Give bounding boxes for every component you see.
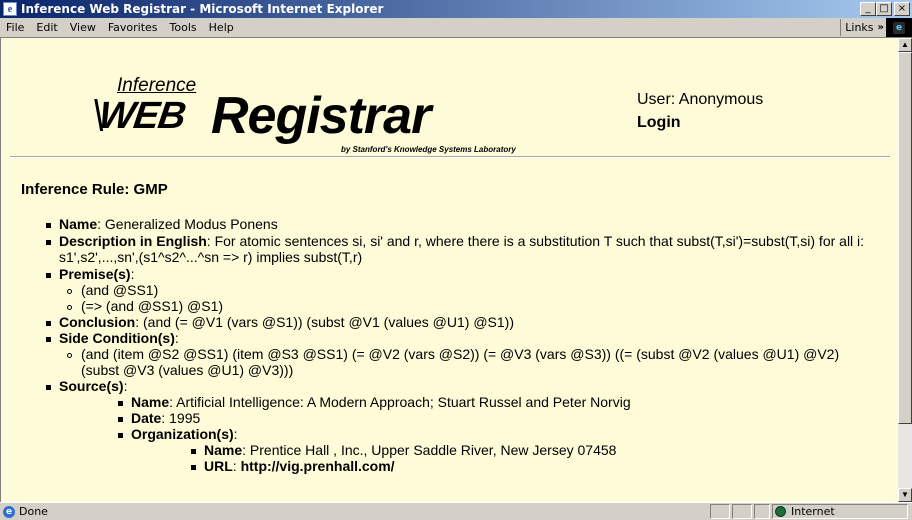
rule-heading: Inference Rule: GMP bbox=[21, 181, 168, 198]
links-toolbar[interactable]: Links » bbox=[840, 19, 884, 36]
globe-icon bbox=[775, 506, 786, 517]
conclusion-line: Conclusion: (and (= @V1 (vars @S1)) (sub… bbox=[59, 314, 514, 330]
bullet-icon bbox=[46, 321, 51, 326]
login-link[interactable]: Login bbox=[637, 114, 681, 132]
vertical-scrollbar[interactable]: ▲ ▼ bbox=[898, 38, 912, 502]
source-name-label: Name bbox=[131, 394, 170, 410]
source-header: Source(s): bbox=[59, 378, 128, 394]
close-button[interactable]: × bbox=[894, 2, 910, 16]
source-org-header: Organization(s): bbox=[131, 426, 238, 442]
logo-web-text: WEB bbox=[96, 95, 188, 137]
side-condition-line-1: (and (item @S2 @SS1) (item @S3 @SS1) (= … bbox=[81, 346, 840, 362]
page-viewport: Inference WEB Registrar by Stanford's Kn… bbox=[0, 38, 898, 502]
inference-web-registrar-logo: Inference WEB Registrar by Stanford's Kn… bbox=[96, 75, 569, 155]
square-bullet-icon bbox=[118, 401, 123, 406]
window-title: Inference Web Registrar - Microsoft Inte… bbox=[21, 2, 384, 16]
minimize-button[interactable]: _ bbox=[860, 2, 876, 16]
status-bar: e Done Internet bbox=[0, 502, 912, 520]
source-date-line: Date: 1995 bbox=[131, 410, 200, 426]
logo-inference-text: Inference bbox=[117, 75, 197, 96]
rule-name-line: Name: Generalized Modus Ponens bbox=[59, 216, 278, 232]
circle-bullet-icon bbox=[67, 305, 72, 310]
status-pane bbox=[754, 504, 770, 519]
bullet-icon bbox=[46, 240, 51, 245]
square-bullet-icon bbox=[191, 465, 196, 470]
logo-byline: by Stanford's Knowledge Systems Laborato… bbox=[341, 145, 516, 154]
source-org-label: Organization(s) bbox=[131, 426, 234, 442]
status-done: e Done bbox=[3, 505, 48, 518]
premise-label: Premise(s) bbox=[59, 266, 131, 282]
chevron-right-icon[interactable]: » bbox=[878, 22, 884, 33]
zone-text: Internet bbox=[791, 505, 835, 518]
rule-name-value: : Generalized Modus Ponens bbox=[97, 216, 278, 232]
org-name-label: Name bbox=[204, 442, 243, 458]
ie-page-icon: e bbox=[3, 505, 15, 518]
side-header: Side Condition(s): bbox=[59, 330, 179, 346]
square-bullet-icon bbox=[118, 417, 123, 422]
menu-tools[interactable]: Tools bbox=[164, 21, 203, 34]
rule-desc-label: Description in English bbox=[59, 233, 207, 249]
source-name-line: Name: Artificial Intelligence: A Modern … bbox=[131, 394, 631, 410]
scroll-thumb[interactable] bbox=[898, 52, 912, 424]
status-text: Done bbox=[19, 505, 48, 518]
conclusion-value: : (and (= @V1 (vars @S1)) (subst @V1 (va… bbox=[135, 314, 515, 330]
square-bullet-icon bbox=[191, 449, 196, 454]
org-url-label: URL bbox=[204, 458, 233, 474]
scroll-up-arrow-icon[interactable]: ▲ bbox=[898, 38, 912, 52]
source-date-value: : 1995 bbox=[161, 410, 201, 426]
rule-desc-value: : For atomic sentences si, si' and r, wh… bbox=[206, 233, 865, 249]
circle-bullet-icon bbox=[67, 353, 72, 358]
side-condition-line-2: (subst @V3 (values @U1) @V3))) bbox=[81, 362, 294, 378]
rule-desc-line-2: s1',s2',...,sn',(s1^s2^...^sn => r) impl… bbox=[59, 249, 363, 265]
menu-bar: File Edit View Favorites Tools Help Link… bbox=[0, 18, 912, 38]
conclusion-label: Conclusion bbox=[59, 314, 136, 330]
bullet-icon bbox=[46, 223, 51, 228]
org-url-link[interactable]: http://vig.prenhall.com/ bbox=[241, 458, 395, 474]
side-label: Side Condition(s) bbox=[59, 330, 175, 346]
menu-file[interactable]: File bbox=[0, 21, 30, 34]
logo-registrar-text: Registrar bbox=[211, 87, 431, 145]
bullet-icon bbox=[46, 273, 51, 278]
windows-throbber-icon: e bbox=[886, 18, 912, 37]
security-zone: Internet bbox=[775, 505, 835, 518]
premise-header: Premise(s): bbox=[59, 266, 135, 282]
circle-bullet-icon bbox=[67, 289, 72, 294]
premise-item: (and @SS1) bbox=[81, 282, 159, 298]
divider bbox=[10, 156, 890, 158]
source-name-value: : Artificial Intelligence: A Modern Appr… bbox=[169, 394, 631, 410]
status-pane bbox=[732, 504, 752, 519]
bullet-icon bbox=[46, 385, 51, 390]
maximize-button[interactable]: □ bbox=[876, 2, 892, 16]
source-date-label: Date bbox=[131, 410, 162, 426]
ie-app-icon[interactable]: e bbox=[3, 2, 17, 16]
menu-favorites[interactable]: Favorites bbox=[102, 21, 164, 34]
org-name-value: : Prentice Hall , Inc., Upper Saddle Riv… bbox=[242, 442, 617, 458]
square-bullet-icon bbox=[118, 433, 123, 438]
window-titlebar[interactable]: e Inference Web Registrar - Microsoft In… bbox=[0, 0, 912, 18]
menu-help[interactable]: Help bbox=[203, 21, 240, 34]
source-label: Source(s) bbox=[59, 378, 124, 394]
links-label: Links bbox=[845, 21, 874, 34]
status-pane bbox=[710, 504, 730, 519]
window-controls: _ □ × bbox=[860, 2, 910, 16]
bullet-icon bbox=[46, 337, 51, 342]
menu-view[interactable]: View bbox=[64, 21, 102, 34]
rule-desc-line: Description in English: For atomic sente… bbox=[59, 233, 864, 249]
scroll-down-arrow-icon[interactable]: ▼ bbox=[898, 488, 912, 502]
org-url-line: URL: http://vig.prenhall.com/ bbox=[204, 458, 395, 474]
menu-edit[interactable]: Edit bbox=[30, 21, 63, 34]
rule-name-label: Name bbox=[59, 216, 98, 232]
premise-item: (=> (and @SS1) @S1) bbox=[81, 298, 224, 314]
user-status: User: Anonymous bbox=[637, 91, 764, 108]
org-name-line: Name: Prentice Hall , Inc., Upper Saddle… bbox=[204, 442, 616, 458]
